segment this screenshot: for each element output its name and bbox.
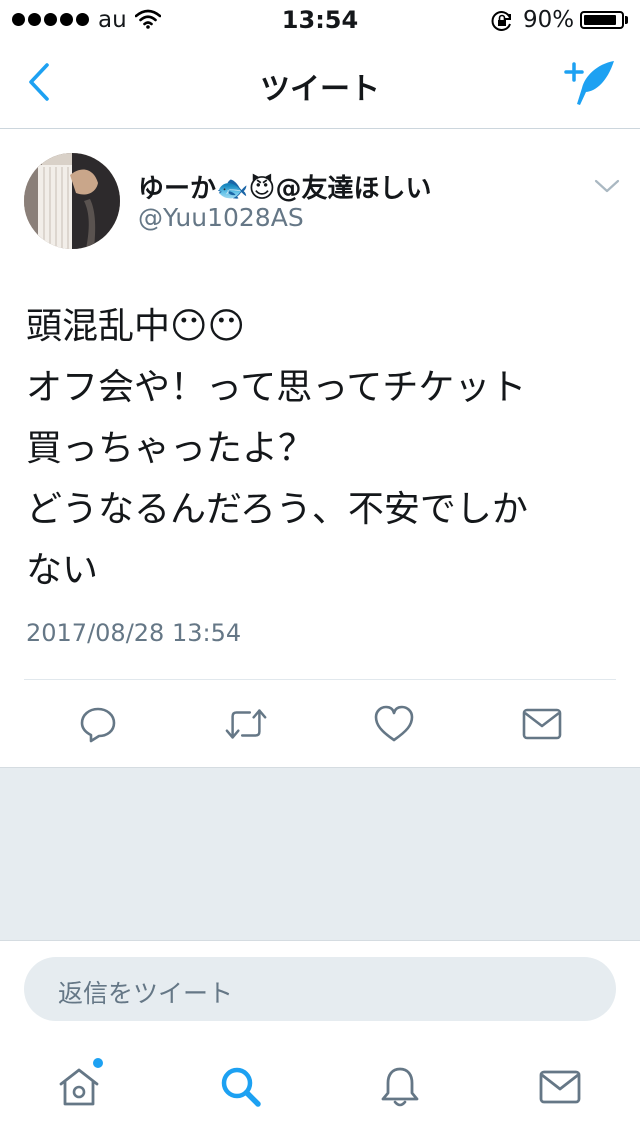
compose-tweet-icon[interactable] [563,58,617,112]
battery-icon [580,11,624,29]
tweet-timestamp: 2017/08/28 13:54 [26,619,242,647]
page-title: ツイート [260,72,380,107]
tweet-text: 頭混乱中😶😶 オフ会や！って思ってチケット 買っちゃったよ？ どうなるんだろう、… [26,306,528,591]
messages-icon[interactable] [535,1062,585,1112]
divider [24,679,616,680]
empty-replies-area [0,767,640,941]
user-handle[interactable]: @Yuu1028AS [138,203,304,232]
reply-placeholder: 返信をツイート [58,979,234,1008]
rotation-lock-icon [490,9,514,37]
search-icon[interactable] [216,1062,266,1112]
avatar[interactable] [24,153,120,249]
new-items-badge [91,1056,105,1070]
reply-icon[interactable] [76,702,120,746]
like-icon[interactable] [372,702,416,746]
chevron-down-icon[interactable] [594,178,620,198]
notifications-icon[interactable] [375,1062,425,1112]
retweet-icon[interactable] [224,702,268,746]
battery-percent: 90% [523,7,575,33]
battery-level [584,15,616,25]
direct-message-icon[interactable] [520,702,564,746]
battery-tip [625,16,628,24]
navigation-bar: ツイート [0,40,640,129]
status-bar: au 13:54 90% [0,0,640,40]
user-display-name[interactable]: ゆーか🐟😈@友達ほしい [138,168,431,205]
